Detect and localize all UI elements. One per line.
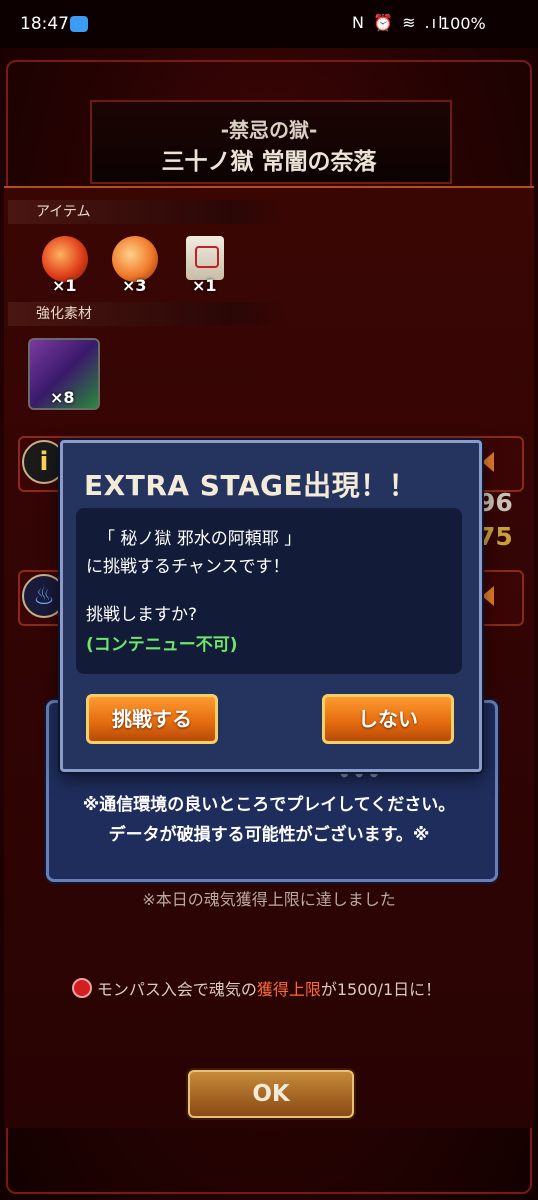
stage-subtitle: -禁忌の獄-: [220, 118, 318, 142]
materials-section-label: 強化素材: [8, 302, 286, 326]
stage-title: 三十ノ獄 常闇の奈落: [161, 149, 377, 175]
battery-text: 100%: [440, 14, 486, 33]
material-count: ×8: [50, 388, 75, 407]
dialog-question: 挑戦しますか?: [86, 605, 198, 625]
monpass-prefix: モンパス入会で魂気の: [96, 980, 257, 999]
status-icons: N ⏰ ≋ .ıl: [352, 13, 445, 32]
notice-line: データが破損する可能性がございます。※: [108, 825, 430, 845]
monpass-suffix: が1500/1日に！: [320, 980, 442, 999]
item-count: ×3: [122, 276, 147, 295]
monpass-highlight: 獲得上限: [256, 980, 321, 999]
stat-value: 96: [478, 488, 513, 517]
cloud-icon: [70, 16, 88, 32]
notice-line: ※通信環境の良いところでプレイしてください。: [82, 795, 456, 815]
status-time: 18:47: [20, 14, 69, 34]
status-bar: 18:47 N ⏰ ≋ .ıl 100%: [0, 0, 538, 48]
ok-button[interactable]: OK: [188, 1070, 354, 1118]
arrow-icon: [482, 452, 494, 472]
decline-button[interactable]: しない: [322, 694, 454, 744]
scroll-icon: [186, 236, 224, 280]
arrow-icon: [482, 586, 494, 606]
items-section-label: アイテム: [8, 200, 286, 224]
challenge-button[interactable]: 挑戦する: [86, 694, 218, 744]
stat-value: 75: [478, 522, 513, 551]
notice-text: ※通信環境の良いところでプレイしてください。 データが破損する可能性がございます…: [46, 790, 492, 850]
item-count: ×1: [52, 276, 77, 295]
dialog-message: に挑戦するチャンスです！: [86, 557, 290, 577]
limit-text: ※本日の魂気獲得上限に達しました: [142, 890, 396, 909]
dialog-note: (コンテニュー不可): [86, 635, 238, 655]
dialog-stage-name: 「 秘ノ獄 邪水の阿頼耶 」: [98, 529, 302, 549]
monpass-text: モンパス入会で魂気の獲得上限が1500/1日に！: [0, 976, 538, 1000]
item-count: ×1: [192, 276, 217, 295]
dialog-title: EXTRA STAGE出現！！: [84, 469, 418, 502]
